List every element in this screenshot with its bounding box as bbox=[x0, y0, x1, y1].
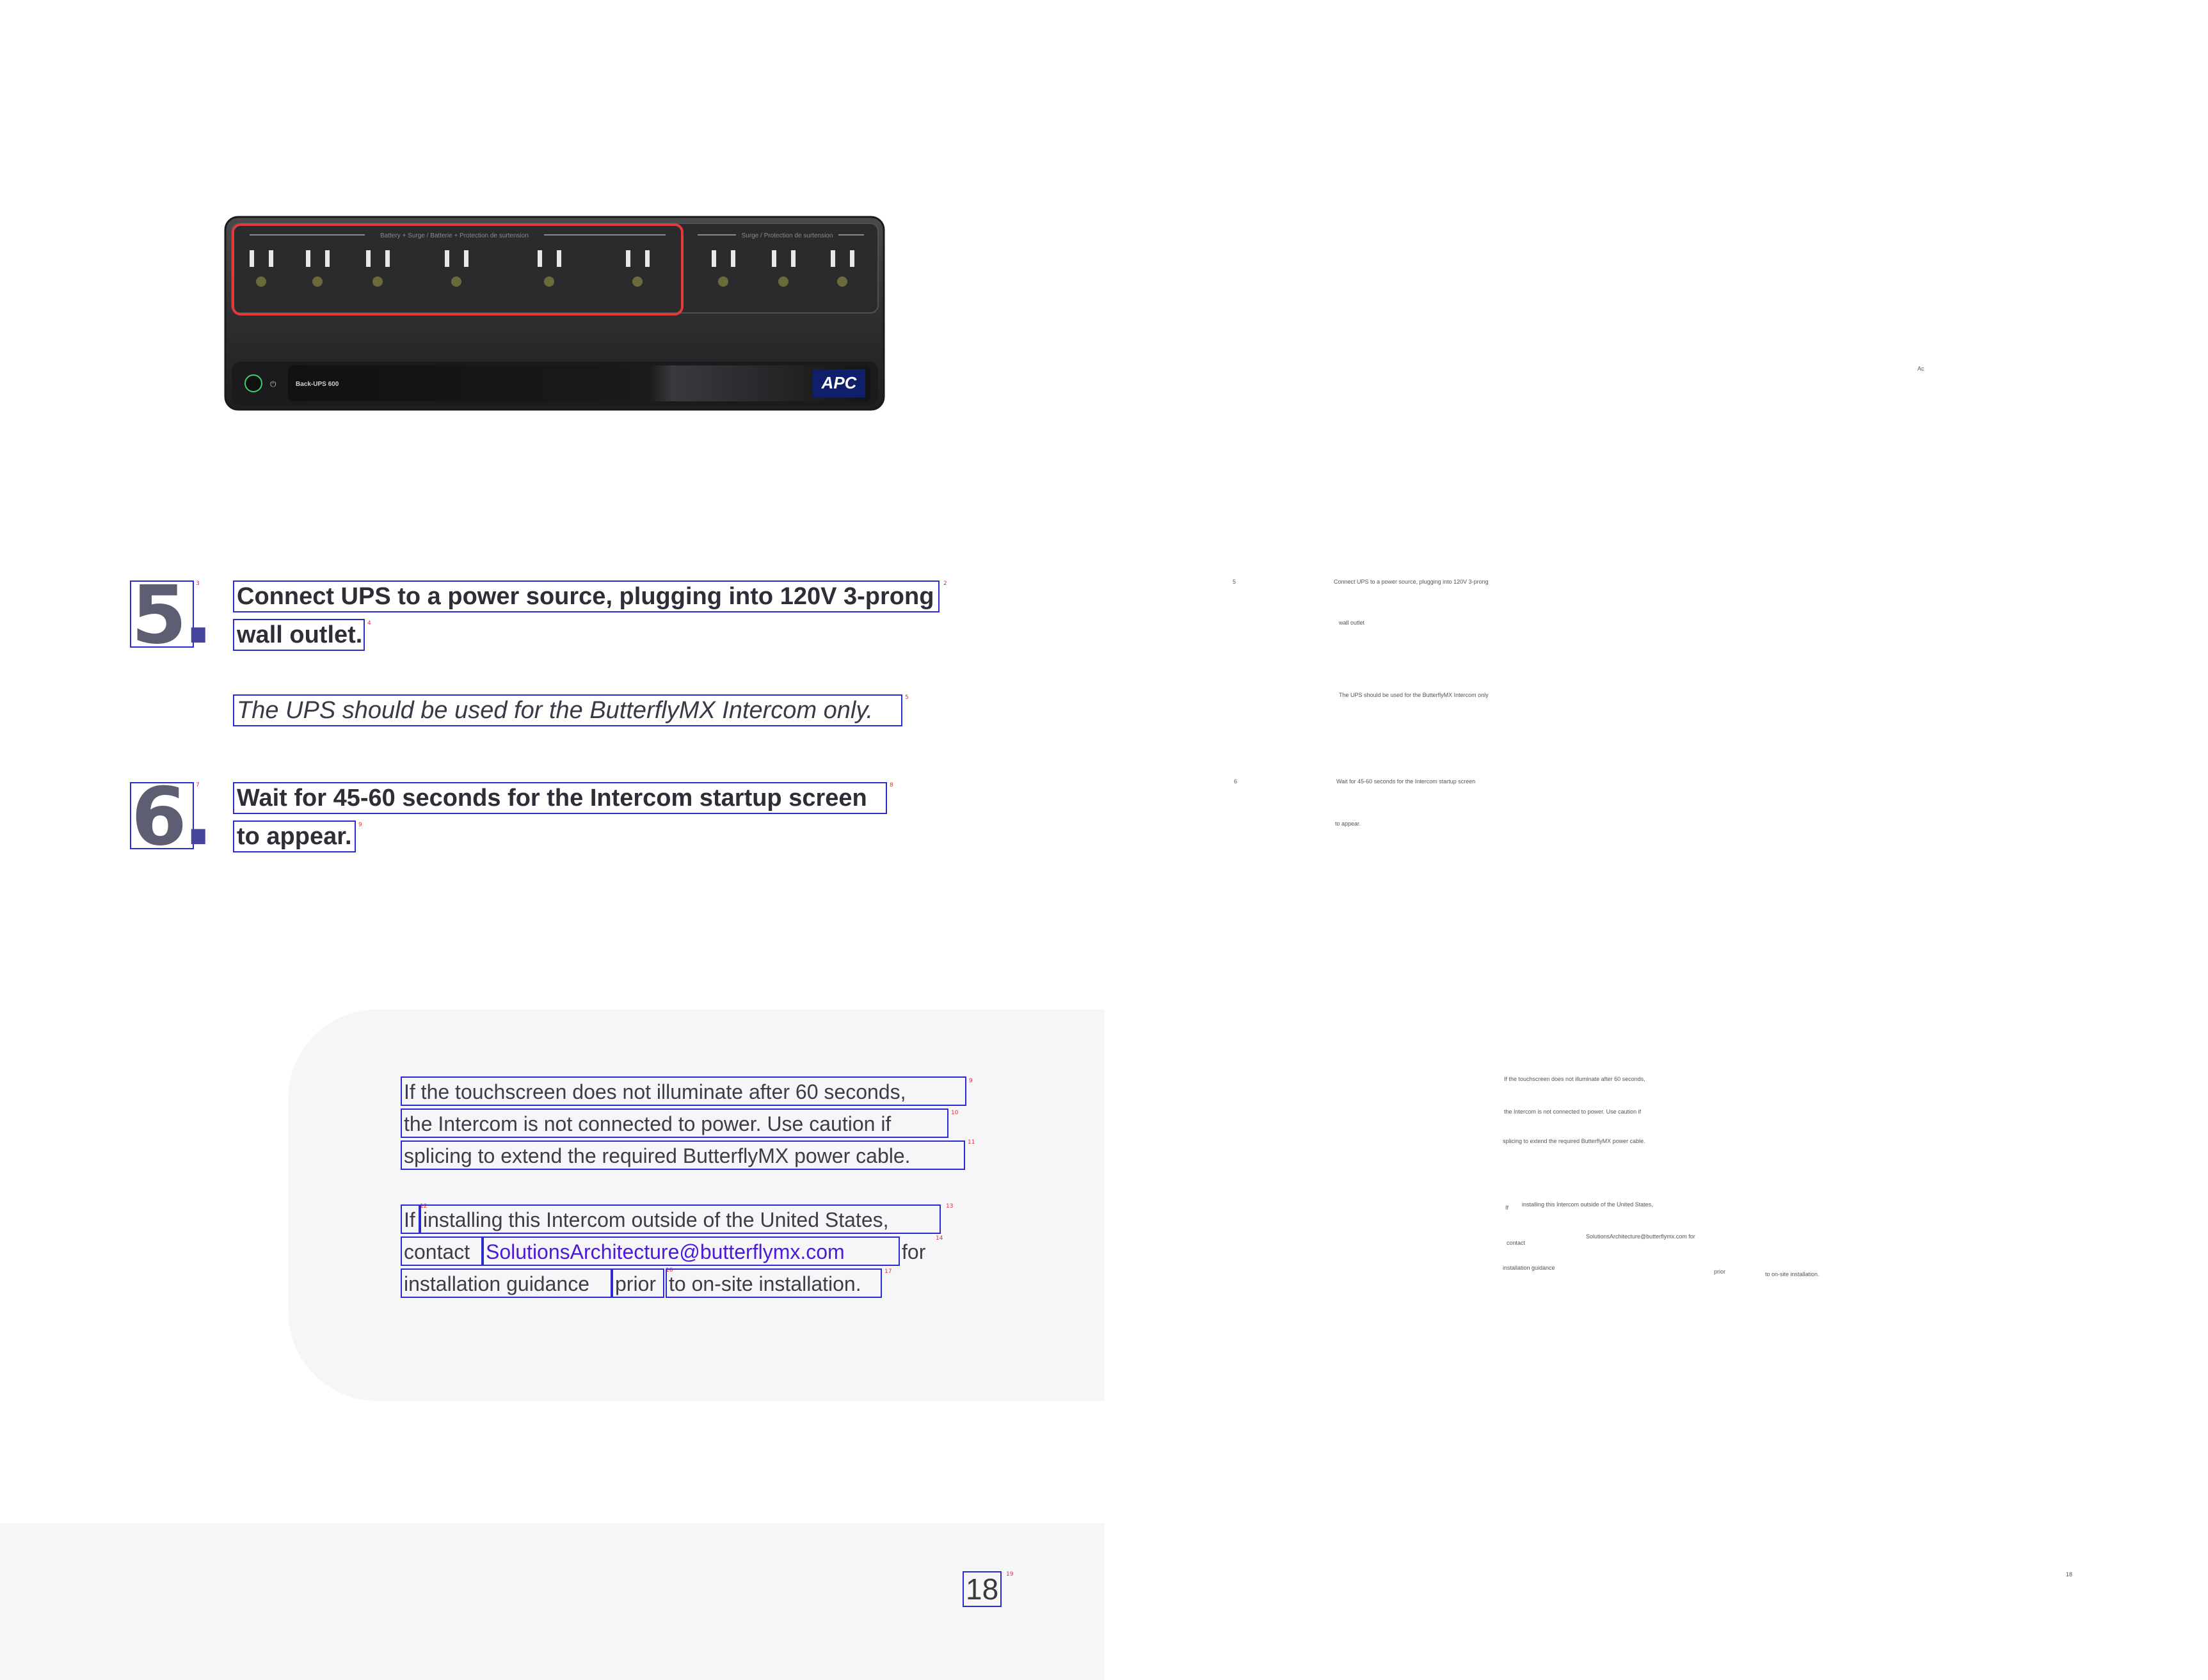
marker-4: 4 bbox=[367, 620, 371, 627]
ghost-step-5-line-1: Connect UPS to a power source, plugging … bbox=[1334, 579, 1489, 585]
callout-line-3: splicing to extend the required Butterfl… bbox=[401, 1140, 965, 1170]
svg-text:⏻: ⏻ bbox=[270, 380, 276, 388]
ghost-callout-4a: If bbox=[1505, 1204, 1509, 1211]
support-email-link[interactable]: SolutionsArchitecture@butterflymx.com bbox=[483, 1236, 900, 1266]
callout-contact: contact bbox=[401, 1236, 483, 1266]
ghost-callout-4b: installing this Intercom outside of the … bbox=[1522, 1201, 1653, 1208]
step-5-number: 5. bbox=[130, 569, 213, 662]
ghost-note: The UPS should be used for the Butterfly… bbox=[1339, 692, 1489, 698]
marker-17: 17 bbox=[884, 1268, 892, 1275]
bank-right-label: Surge / Protection de surtension bbox=[742, 232, 833, 239]
step-6-digit: 6 bbox=[131, 771, 187, 863]
ghost-callout-6c: to on-site installation. bbox=[1765, 1271, 1820, 1277]
callout-line-4: installing this Intercom outside of the … bbox=[420, 1204, 941, 1234]
marker-11: 11 bbox=[968, 1139, 975, 1146]
ghost-callout-6a: installation guidance bbox=[1503, 1265, 1555, 1271]
step-6-line-2: to appear. bbox=[233, 820, 356, 852]
callout-if: If bbox=[401, 1204, 420, 1234]
ghost-step-5-line-2: wall outlet bbox=[1339, 620, 1365, 626]
marker-8: 8 bbox=[890, 782, 893, 788]
ghost-step-5: 5 bbox=[1233, 579, 1236, 585]
marker-5: 5 bbox=[905, 694, 909, 701]
ghost-step-6: 6 bbox=[1234, 778, 1238, 785]
callout-line-6-rest: to on-site installation. bbox=[666, 1268, 882, 1298]
marker-10: 10 bbox=[951, 1110, 959, 1116]
callout-guidance: installation guidance bbox=[401, 1268, 612, 1298]
ghost-step-6-line-2: to appear. bbox=[1335, 820, 1361, 827]
ghost-callout-5b: SolutionsArchitecture@butterflymx.com fo… bbox=[1586, 1233, 1695, 1240]
step-5-line-1: Connect UPS to a power source, plugging … bbox=[233, 580, 940, 612]
ghost-callout-1: If the touchscreen does not illuminate a… bbox=[1504, 1076, 1645, 1082]
callout-prior: prior bbox=[612, 1268, 664, 1298]
marker-9: 9 bbox=[358, 822, 362, 828]
callout-line-1: If the touchscreen does not illuminate a… bbox=[401, 1076, 966, 1106]
marker-19: 19 bbox=[1006, 1571, 1014, 1578]
ups-illustration: Battery + Surge / Batterie + Protection … bbox=[224, 216, 885, 411]
ghost-callout-5a: contact bbox=[1507, 1240, 1526, 1246]
ghost-step-6-line-1: Wait for 45-60 seconds for the Intercom … bbox=[1336, 778, 1476, 785]
ups-usage-note: The UPS should be used for the Butterfly… bbox=[233, 694, 902, 726]
marker-7: 7 bbox=[196, 782, 200, 788]
step-6-number: 6. bbox=[130, 771, 213, 863]
step-5-line-2: wall outlet. bbox=[233, 619, 365, 651]
model-label: Back-UPS 600 bbox=[296, 381, 339, 388]
step-5-digit: 5 bbox=[131, 569, 187, 662]
callout-line-2: the Intercom is not connected to power. … bbox=[401, 1108, 948, 1138]
marker-9b: 9 bbox=[969, 1078, 973, 1084]
marker-13: 13 bbox=[946, 1203, 954, 1210]
ghost-callout-6b: prior bbox=[1714, 1268, 1726, 1275]
page-footer bbox=[0, 1523, 1105, 1680]
marker-2: 2 bbox=[943, 580, 947, 587]
callout-for: for bbox=[902, 1240, 926, 1263]
ups-product-image: Battery + Surge / Batterie + Protection … bbox=[224, 216, 885, 411]
ghost-page-number: 18 bbox=[2066, 1571, 2073, 1578]
power-button-icon bbox=[244, 374, 262, 392]
page-number: 18 bbox=[963, 1571, 1002, 1607]
bank-left-label: Battery + Surge / Batterie + Protection … bbox=[380, 232, 529, 239]
marker-3: 3 bbox=[196, 580, 200, 587]
ghost-callout-3: splicing to extend the required Butterfl… bbox=[1503, 1138, 1645, 1144]
ghost-ac: Ac bbox=[1917, 365, 1924, 372]
step-6-line-1: Wait for 45-60 seconds for the Intercom … bbox=[233, 782, 887, 814]
ghost-callout-2: the Intercom is not connected to power. … bbox=[1504, 1108, 1642, 1115]
marker-14: 14 bbox=[936, 1235, 943, 1242]
brand-logo-text: APC bbox=[821, 373, 858, 392]
